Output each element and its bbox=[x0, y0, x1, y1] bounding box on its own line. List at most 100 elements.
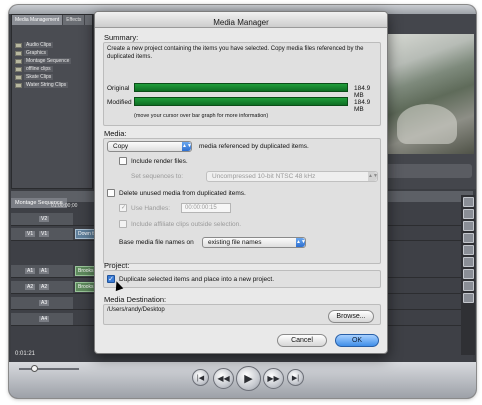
track-header: A1 A1 bbox=[11, 265, 73, 277]
folder-icon bbox=[15, 66, 22, 72]
track-label[interactable]: V1 bbox=[39, 231, 50, 237]
track-select-tool-icon[interactable] bbox=[462, 221, 474, 231]
project-group: ✓ Duplicate selected items and place int… bbox=[103, 270, 381, 288]
modified-size-bar[interactable] bbox=[134, 97, 348, 106]
bin-label: offline clips bbox=[24, 66, 53, 72]
browser-panel: Media Management Effects Audio Clips Gra… bbox=[11, 14, 93, 189]
base-names-label: Base media file names on bbox=[119, 239, 194, 246]
checkmark-icon: ✓ bbox=[121, 205, 127, 211]
folder-icon bbox=[15, 74, 22, 80]
cancel-button[interactable]: Cancel bbox=[277, 334, 327, 347]
tool-palette bbox=[461, 195, 475, 355]
folder-icon bbox=[15, 50, 22, 56]
bin-item[interactable]: Graphics bbox=[12, 49, 92, 57]
edit-select-tool-icon[interactable] bbox=[462, 209, 474, 219]
transport-bar: |◀ ◀◀ ▶ ▶▶ ▶| bbox=[9, 362, 476, 398]
summary-description: Create a new project containing the item… bbox=[107, 46, 364, 60]
slip-tool-icon[interactable] bbox=[462, 245, 474, 255]
bin-item[interactable]: Water String Clips bbox=[12, 81, 92, 89]
previous-icon[interactable]: |◀ bbox=[192, 369, 209, 386]
sequence-icon bbox=[15, 58, 22, 64]
chevron-updown-icon: ▲▼ bbox=[182, 142, 192, 151]
track-header: A4 bbox=[11, 313, 73, 325]
handles-field[interactable]: 00:00:00:15 bbox=[181, 203, 231, 213]
next-icon[interactable]: ▶| bbox=[287, 369, 304, 386]
pen-tool-icon[interactable] bbox=[462, 293, 474, 303]
crop-tool-icon[interactable] bbox=[462, 281, 474, 291]
media-label: Media: bbox=[104, 129, 127, 138]
track-header: A2 A2 bbox=[11, 281, 73, 293]
chevron-updown-icon: ▲▼ bbox=[368, 172, 378, 181]
destination-path: /Users/randy/Desktop bbox=[107, 307, 165, 313]
track-label[interactable]: A2 bbox=[39, 284, 50, 290]
bin-label: Montage Sequence bbox=[24, 58, 72, 64]
ruler-start-timecode: 01:00:00;00 bbox=[51, 203, 78, 209]
track-label[interactable]: A3 bbox=[39, 300, 50, 306]
media-destination-label: Media Destination: bbox=[104, 295, 167, 304]
base-names-popup[interactable]: existing file names ▲▼ bbox=[202, 237, 306, 248]
project-label: Project: bbox=[104, 261, 130, 270]
current-timecode: 0:01:21 bbox=[15, 351, 36, 357]
original-size: 184.9 MB bbox=[354, 85, 371, 99]
media-mode-suffix: media referenced by duplicated items. bbox=[199, 143, 309, 150]
duplicate-items-label: Duplicate selected items and place into … bbox=[119, 276, 275, 283]
browser-bin-list: Audio Clips Graphics Montage Sequence of… bbox=[12, 25, 92, 89]
modified-label: Modified bbox=[107, 99, 132, 106]
track-header: V2 bbox=[11, 213, 73, 225]
media-group: Copy ▲▼ media referenced by duplicated i… bbox=[103, 138, 381, 264]
chevron-updown-icon: ▲▼ bbox=[296, 238, 306, 247]
track-source-label[interactable]: V1 bbox=[25, 231, 36, 237]
track-label[interactable]: A4 bbox=[39, 316, 50, 322]
dialog-titlebar: Media Manager bbox=[95, 12, 387, 28]
roll-tool-icon[interactable] bbox=[462, 233, 474, 243]
include-affiliate-label: Include affiliate clips outside selectio… bbox=[131, 221, 242, 228]
bin-item[interactable]: Skate Clips bbox=[12, 73, 92, 81]
track-header: A3 bbox=[11, 297, 73, 309]
bin-item[interactable]: Montage Sequence bbox=[12, 57, 92, 65]
delete-unused-label: Delete unused media from duplicated item… bbox=[119, 190, 246, 197]
delete-unused-checkbox[interactable] bbox=[107, 189, 115, 197]
track-source-label[interactable]: A2 bbox=[25, 284, 36, 290]
razor-tool-icon[interactable] bbox=[462, 257, 474, 267]
base-names-value: existing file names bbox=[208, 239, 262, 246]
include-render-checkbox[interactable] bbox=[119, 157, 127, 165]
include-render-label: Include render files. bbox=[131, 158, 188, 165]
skate-ramp-shape bbox=[397, 104, 457, 144]
scrub-track[interactable] bbox=[19, 368, 79, 370]
track-label[interactable]: V2 bbox=[39, 216, 50, 222]
viewer-controls[interactable] bbox=[379, 164, 472, 178]
media-mode-popup[interactable]: Copy ▲▼ bbox=[107, 141, 192, 152]
use-handles-label: Use Handles: bbox=[131, 205, 171, 212]
browse-button[interactable]: Browse... bbox=[328, 310, 374, 323]
fast-forward-icon[interactable]: ▶▶ bbox=[263, 368, 284, 389]
include-affiliate-checkbox[interactable] bbox=[119, 220, 127, 228]
bin-label: Graphics bbox=[24, 50, 49, 56]
bin-label: Water String Clips bbox=[24, 82, 69, 88]
track-label[interactable]: A1 bbox=[39, 268, 50, 274]
ok-button[interactable]: OK bbox=[335, 334, 379, 347]
track-source-label[interactable]: A1 bbox=[25, 268, 36, 274]
play-icon[interactable]: ▶ bbox=[236, 366, 261, 391]
destination-group: /Users/randy/Desktop Browse... bbox=[103, 304, 381, 325]
set-sequences-popup[interactable]: Uncompressed 10-bit NTSC 48 kHz ▲▼ bbox=[206, 171, 378, 182]
bar-graph-hint: (move your cursor over bar graph for mor… bbox=[134, 113, 269, 119]
summary-group: Create a new project containing the item… bbox=[103, 42, 381, 126]
bin-item[interactable]: offline clips bbox=[12, 65, 92, 73]
original-size-bar[interactable] bbox=[134, 83, 348, 92]
use-handles-checkbox[interactable]: ✓ bbox=[119, 204, 127, 212]
folder-icon bbox=[15, 82, 22, 88]
folder-icon bbox=[15, 42, 22, 48]
bin-label: Skate Clips bbox=[24, 74, 54, 80]
scrub-knob[interactable] bbox=[31, 365, 38, 372]
set-sequences-label: Set sequences to: bbox=[131, 173, 184, 180]
rewind-icon[interactable]: ◀◀ bbox=[213, 368, 234, 389]
original-label: Original bbox=[107, 85, 130, 92]
tab-effects[interactable]: Effects bbox=[63, 15, 86, 25]
selection-tool-icon[interactable] bbox=[462, 197, 474, 207]
tab-media-management[interactable]: Media Management bbox=[12, 15, 64, 25]
media-mode-value: Copy bbox=[113, 143, 129, 150]
bin-label: Audio Clips bbox=[24, 42, 54, 48]
dialog-title: Media Manager bbox=[213, 18, 269, 27]
bin-item[interactable]: Audio Clips bbox=[12, 41, 92, 49]
zoom-tool-icon[interactable] bbox=[462, 269, 474, 279]
